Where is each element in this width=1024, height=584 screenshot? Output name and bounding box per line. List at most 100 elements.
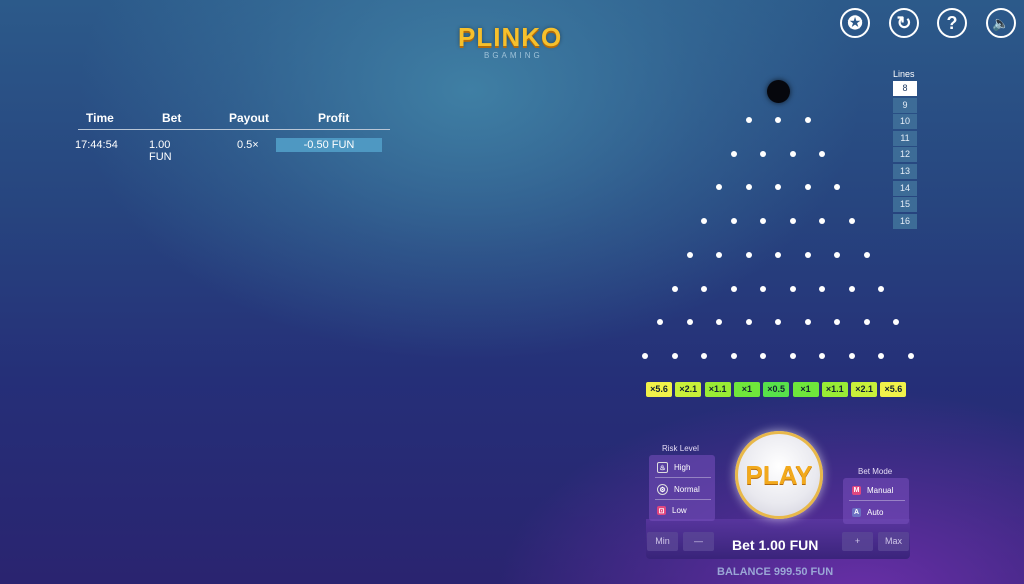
peg <box>789 218 796 225</box>
min-bet-button[interactable]: Min <box>647 532 678 551</box>
peg <box>848 285 855 292</box>
peg <box>804 184 811 191</box>
peg <box>834 251 840 258</box>
achievements-glyph: ✪ <box>847 12 863 33</box>
peg <box>745 319 752 326</box>
help-glyph: ? <box>946 12 958 33</box>
peg <box>642 352 649 359</box>
sound-icon[interactable]: 🔈 <box>986 8 1016 38</box>
lines-option-16[interactable]: 16 <box>893 213 917 229</box>
gear-icon: ⚙ <box>657 484 668 495</box>
row-profit: -0.50 FUN <box>276 138 382 152</box>
lines-option-9[interactable]: 9 <box>893 97 917 113</box>
peg <box>760 352 767 359</box>
peg <box>760 218 767 225</box>
multiplier-slot: ×2.1 <box>851 382 878 397</box>
multiplier-slot: ×2.1 <box>675 382 702 397</box>
peg <box>789 352 796 359</box>
peg <box>716 184 722 191</box>
peg <box>760 150 767 157</box>
plinko-logo: PLINKO <box>458 22 563 52</box>
lines-option-11[interactable]: 11 <box>893 130 917 146</box>
peg <box>730 352 737 359</box>
peg <box>804 251 811 258</box>
peg <box>819 285 826 292</box>
peg <box>848 218 855 225</box>
peg <box>863 251 870 258</box>
peg <box>671 285 678 292</box>
peg <box>730 285 737 292</box>
lines-label: Lines <box>893 69 915 79</box>
history-divider <box>78 129 390 130</box>
multiplier-slot: ×1 <box>792 382 819 397</box>
row-payout: 0.5× <box>237 139 259 151</box>
multiplier-slot: ×5.6 <box>646 382 672 397</box>
peg <box>730 218 737 225</box>
multiplier-slot: ×5.6 <box>880 382 907 397</box>
bet-mode-panel <box>843 478 909 524</box>
peg <box>863 319 870 326</box>
peg <box>819 218 826 225</box>
decrease-bet-button[interactable]: — <box>683 532 714 551</box>
peg <box>745 117 752 123</box>
peg <box>789 150 796 157</box>
peg <box>701 218 708 225</box>
col-profit: Profit <box>318 111 350 125</box>
achievements-icon[interactable]: ✪ <box>840 8 870 38</box>
peg <box>834 184 840 191</box>
peg <box>686 319 693 326</box>
lock-icon: ⊡ <box>657 506 666 515</box>
max-bet-button[interactable]: Max <box>878 532 909 551</box>
bet-mode-title: Bet Mode <box>858 467 893 476</box>
multiplier-slot: ×1.1 <box>704 382 731 397</box>
multiplier-slot: ×1 <box>733 382 760 397</box>
divider <box>655 477 711 478</box>
peg <box>745 184 752 191</box>
peg <box>878 285 885 292</box>
auto-key-icon: A <box>852 508 861 517</box>
manual-label: Manual <box>867 486 894 495</box>
peg <box>716 319 722 326</box>
peg <box>804 117 811 123</box>
lines-option-15[interactable]: 15 <box>893 197 917 213</box>
peg <box>804 319 811 326</box>
risk-high-option[interactable]: ♨ High <box>657 462 690 473</box>
bet-mode-auto-option[interactable]: A Auto <box>852 508 883 517</box>
divider <box>655 499 711 500</box>
lines-option-8[interactable]: 8 <box>893 81 917 96</box>
peg <box>745 251 752 258</box>
risk-low-option[interactable]: ⊡ Low <box>657 506 687 515</box>
multiplier-slot: ×1.1 <box>821 382 848 397</box>
peg <box>878 352 885 359</box>
row-bet: 1.00 FUN <box>149 139 172 163</box>
lines-option-13[interactable]: 13 <box>893 164 917 179</box>
lines-option-14[interactable]: 14 <box>893 180 917 196</box>
peg <box>775 184 781 191</box>
risk-normal-label: Normal <box>674 485 700 494</box>
history-icon[interactable]: ↻ <box>889 8 919 38</box>
col-time: Time <box>86 111 114 125</box>
peg <box>716 251 722 258</box>
bgaming-logo: BGAMING <box>484 51 543 60</box>
row-time: 17:44:54 <box>75 139 118 151</box>
lines-option-10[interactable]: 10 <box>893 114 917 130</box>
risk-normal-option[interactable]: ⚙ Normal <box>657 484 700 495</box>
peg <box>701 285 708 292</box>
risk-high-label: High <box>674 463 691 472</box>
col-bet: Bet <box>162 111 182 125</box>
history-glyph: ↻ <box>896 12 912 33</box>
balance: BALANCE 999.50 FUN <box>717 566 834 578</box>
bet-mode-manual-option[interactable]: M Manual <box>852 486 893 495</box>
help-icon[interactable]: ? <box>937 8 967 38</box>
peg <box>775 319 781 326</box>
peg <box>730 150 737 157</box>
play-button[interactable]: PLAY <box>735 431 823 519</box>
ball-drop-hole <box>767 80 790 103</box>
peg <box>819 352 826 359</box>
peg <box>819 150 826 157</box>
risk-level-title: Risk Level <box>662 444 699 453</box>
auto-label: Auto <box>867 508 884 517</box>
lines-option-12[interactable]: 12 <box>893 147 917 163</box>
flame-icon: ♨ <box>657 462 668 473</box>
increase-bet-button[interactable]: + <box>842 532 873 551</box>
